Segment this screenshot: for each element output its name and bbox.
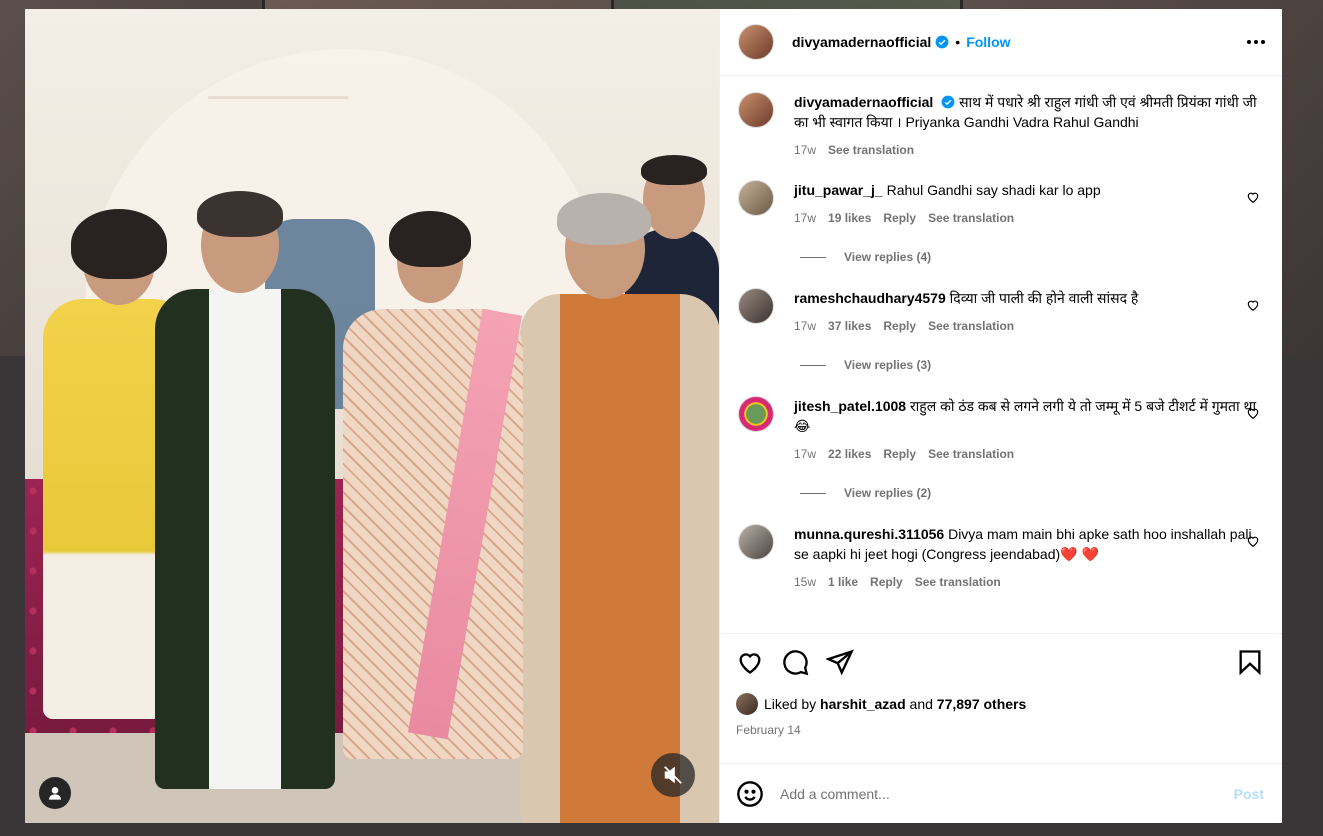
commenter-avatar[interactable] xyxy=(738,396,774,432)
comment-like-icon[interactable] xyxy=(1246,298,1260,312)
comment-likes[interactable]: 37 likes xyxy=(828,316,871,336)
comments-list[interactable]: divyamadernaofficial साथ में पधारे श्री … xyxy=(720,76,1282,633)
caption: divyamadernaofficial साथ में पधारे श्री … xyxy=(738,92,1264,160)
commenter-avatar[interactable] xyxy=(738,288,774,324)
view-replies-label: View replies (2) xyxy=(844,486,932,500)
see-translation-button[interactable]: See translation xyxy=(928,208,1014,228)
emoji-icon[interactable] xyxy=(736,780,764,808)
author-avatar[interactable] xyxy=(738,24,774,60)
user-tag-icon xyxy=(49,787,61,800)
comment-item: rameshchaudhary4579 दिव्या जी पाली की हो… xyxy=(738,288,1264,336)
comment-likes[interactable]: 22 likes xyxy=(828,444,871,464)
see-translation-button[interactable]: See translation xyxy=(928,316,1014,336)
heart-icon[interactable] xyxy=(736,648,764,676)
verified-badge-icon xyxy=(935,35,949,49)
commenter-username[interactable]: rameshchaudhary4579 xyxy=(794,290,946,306)
comment-item: munna.qureshi.311056 Divya mam main bhi … xyxy=(738,524,1264,592)
separator-dot: • xyxy=(955,34,961,50)
comment-text: दिव्या जी पाली की होने वाली सांसद है xyxy=(949,290,1139,306)
comment-time[interactable]: 17w xyxy=(794,208,816,228)
comment-time[interactable]: 17w xyxy=(794,316,816,336)
reply-button[interactable]: Reply xyxy=(883,444,916,464)
view-replies-button[interactable]: View replies (3) xyxy=(800,358,1264,372)
view-replies-button[interactable]: View replies (4) xyxy=(800,250,1264,264)
share-icon[interactable] xyxy=(826,648,854,676)
reply-button[interactable]: Reply xyxy=(883,316,916,336)
comment-likes[interactable]: 1 like xyxy=(828,572,858,592)
more-options-button[interactable] xyxy=(1244,30,1268,54)
comment-input[interactable]: Add a comment... xyxy=(780,786,1234,802)
post-comment-button[interactable]: Post xyxy=(1234,786,1264,802)
mute-icon xyxy=(664,766,682,784)
more-options-icon xyxy=(1247,40,1265,44)
add-comment-bar: Add a comment... Post xyxy=(720,763,1282,823)
comment-likes[interactable]: 19 likes xyxy=(828,208,871,228)
see-translation-button[interactable]: See translation xyxy=(828,140,914,160)
post-media[interactable] xyxy=(25,9,719,823)
commenter-username[interactable]: jitu_pawar_j_ xyxy=(794,182,883,198)
bookmark-icon[interactable] xyxy=(1236,648,1264,676)
see-translation-button[interactable]: See translation xyxy=(928,444,1014,464)
liked-and: and xyxy=(909,696,933,712)
commenter-avatar[interactable] xyxy=(738,180,774,216)
liker-avatar[interactable] xyxy=(736,693,758,715)
caption-time[interactable]: 17w xyxy=(794,140,816,160)
comment-like-icon[interactable] xyxy=(1246,534,1260,548)
caption-avatar[interactable] xyxy=(738,92,774,128)
post-date[interactable]: February 14 xyxy=(736,723,1264,737)
likes-others-count[interactable]: 77,897 others xyxy=(937,696,1027,712)
commenter-username[interactable]: jitesh_patel.1008 xyxy=(794,398,906,414)
comment-icon[interactable] xyxy=(781,648,809,676)
comment-text: Rahul Gandhi say shadi kar lo app xyxy=(886,182,1101,198)
likes-summary: Liked by harshit_azad and 77,897 others xyxy=(736,693,1264,715)
reply-button[interactable]: Reply xyxy=(870,572,903,592)
post-actions: Liked by harshit_azad and 77,897 others … xyxy=(720,633,1282,763)
comment-like-icon[interactable] xyxy=(1246,190,1260,204)
liker-username[interactable]: harshit_azad xyxy=(820,696,906,712)
follow-button[interactable]: Follow xyxy=(966,34,1010,50)
commenter-username[interactable]: munna.qureshi.311056 xyxy=(794,526,944,542)
author-username[interactable]: divyamadernaofficial xyxy=(792,34,931,50)
verified-badge-icon xyxy=(941,95,955,109)
view-replies-label: View replies (3) xyxy=(844,358,932,372)
commenter-avatar[interactable] xyxy=(738,524,774,560)
reply-button[interactable]: Reply xyxy=(883,208,916,228)
see-translation-button[interactable]: See translation xyxy=(915,572,1001,592)
comment-time[interactable]: 17w xyxy=(794,444,816,464)
view-replies-label: View replies (4) xyxy=(844,250,932,264)
caption-username[interactable]: divyamadernaofficial xyxy=(794,94,933,110)
comment-time[interactable]: 15w xyxy=(794,572,816,592)
mute-button[interactable] xyxy=(651,753,695,797)
liked-by-prefix: Liked by xyxy=(764,696,817,712)
post-sidebar: divyamadernaofficial • Follow divyamader… xyxy=(719,9,1282,823)
tagged-users-button[interactable] xyxy=(39,777,71,809)
comment-like-icon[interactable] xyxy=(1246,406,1260,420)
comment-item: jitu_pawar_j_ Rahul Gandhi say shadi kar… xyxy=(738,180,1264,228)
view-replies-button[interactable]: View replies (2) xyxy=(800,486,1264,500)
comment-item: jitesh_patel.1008 राहुल को ठंड कब से लगन… xyxy=(738,396,1264,464)
post-modal: divyamadernaofficial • Follow divyamader… xyxy=(25,9,1282,823)
post-header: divyamadernaofficial • Follow xyxy=(720,9,1282,76)
